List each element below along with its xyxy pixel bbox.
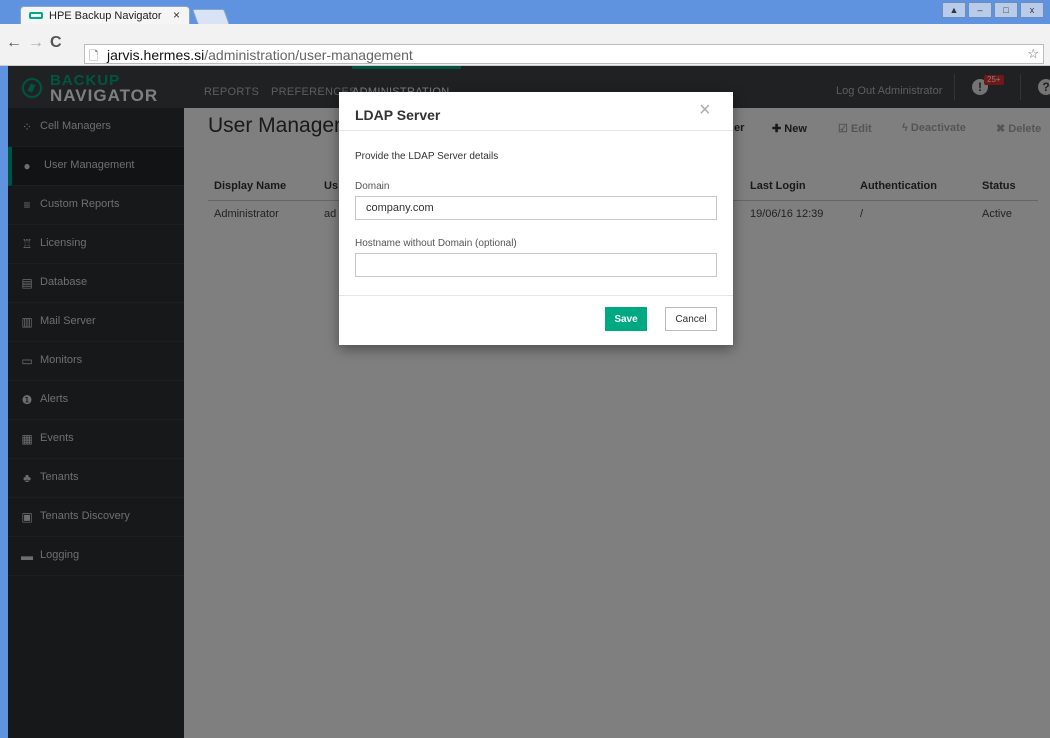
window-frame <box>0 66 8 738</box>
cancel-button[interactable]: Cancel <box>665 307 717 331</box>
hpe-favicon-icon <box>29 12 43 19</box>
hostname-label: Hostname without Domain (optional) <box>355 238 517 249</box>
url-text: jarvis.hermes.si/administration/user-man… <box>107 47 413 63</box>
hostname-input[interactable] <box>355 253 717 277</box>
dialog-header-divider <box>339 130 733 131</box>
dialog-title: LDAP Server <box>355 107 441 123</box>
save-button[interactable]: Save <box>605 307 647 331</box>
address-bar[interactable]: 🗋 jarvis.hermes.si/administration/user-m… <box>84 44 1044 64</box>
domain-label: Domain <box>355 181 390 192</box>
reload-icon[interactable]: C <box>50 34 62 52</box>
back-icon[interactable]: ← <box>6 34 22 52</box>
window-controls: ▲ – □ x <box>942 2 1044 18</box>
ldap-server-dialog: LDAP Server × Provide the LDAP Server de… <box>339 92 733 345</box>
close-icon[interactable]: × <box>699 100 711 120</box>
dialog-description: Provide the LDAP Server details <box>355 151 499 162</box>
maximize-button[interactable]: □ <box>994 2 1018 18</box>
close-window-button[interactable]: x <box>1020 2 1044 18</box>
forward-icon[interactable]: → <box>28 34 44 52</box>
domain-input[interactable] <box>355 196 717 220</box>
new-tab-button[interactable] <box>192 9 230 25</box>
user-profile-button[interactable]: ▲ <box>942 2 966 18</box>
browser-tab[interactable]: HPE Backup Navigator × <box>20 6 190 25</box>
page-icon: 🗋 <box>89 49 99 63</box>
browser-titlebar: HPE Backup Navigator × ▲ – □ x <box>0 0 1050 25</box>
dialog-footer-divider <box>339 295 733 296</box>
tab-title: HPE Backup Navigator <box>49 10 162 22</box>
minimize-button[interactable]: – <box>968 2 992 18</box>
star-icon[interactable]: ☆ <box>1027 46 1039 62</box>
tab-close-icon[interactable]: × <box>173 8 180 22</box>
